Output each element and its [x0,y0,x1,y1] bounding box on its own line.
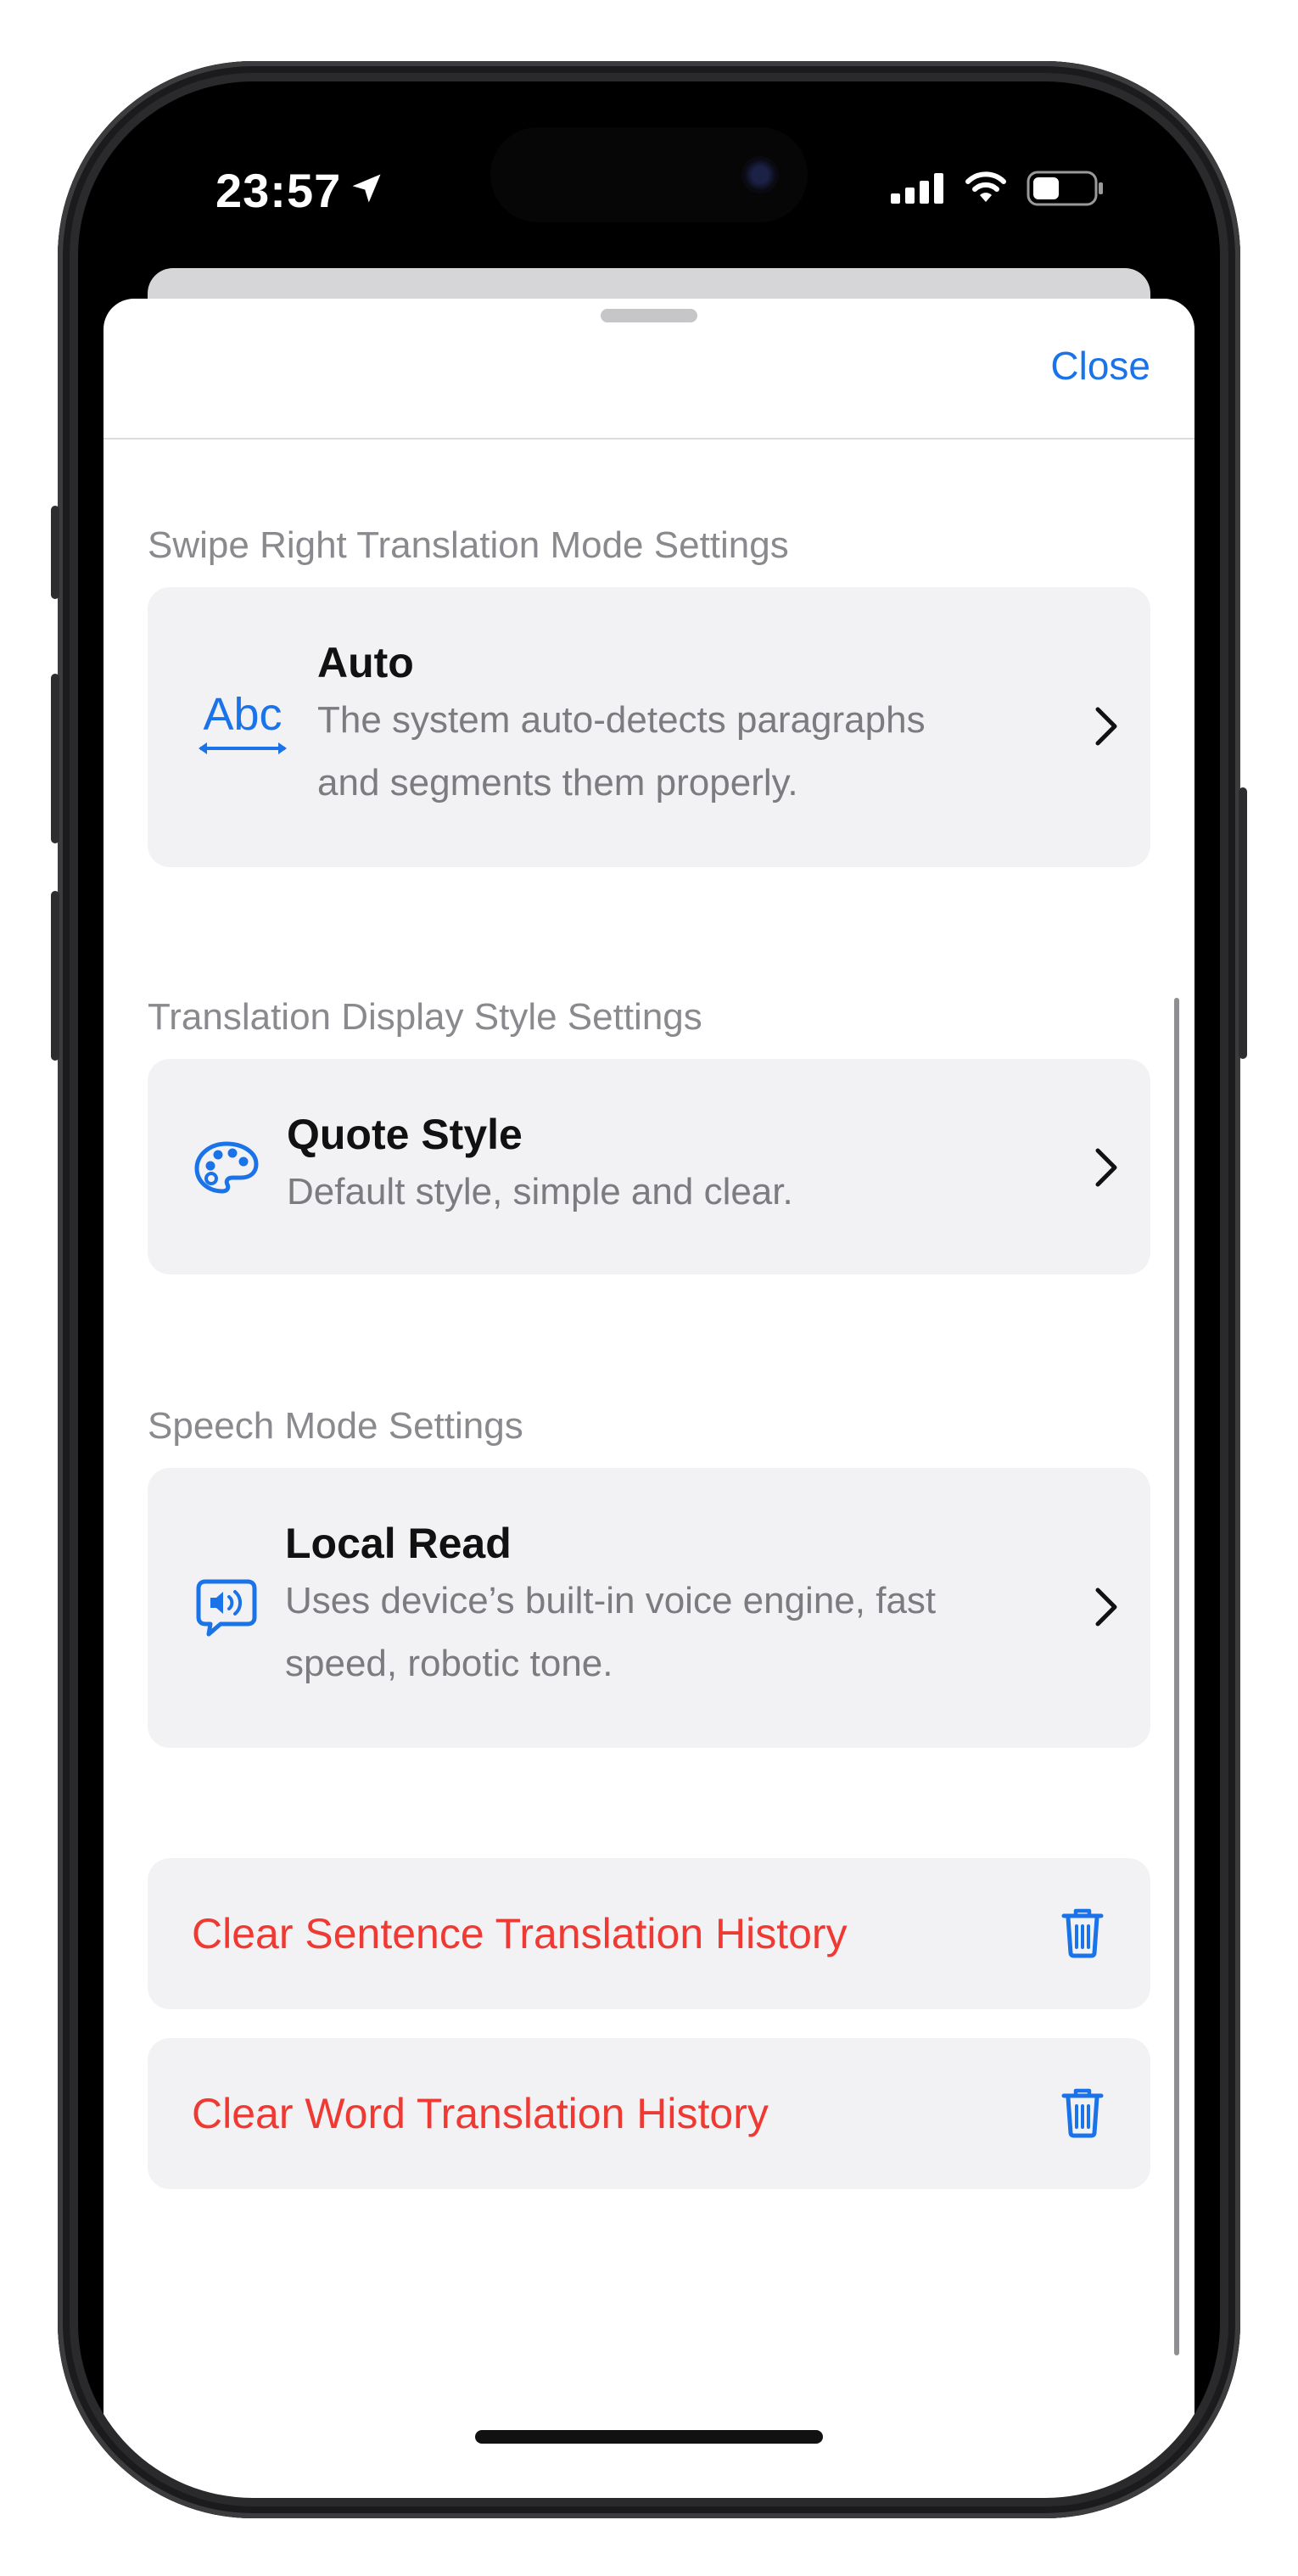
front-camera [741,156,779,193]
speech-mode-title: Local Read [285,1520,512,1567]
home-indicator[interactable] [475,2430,823,2444]
trash-icon[interactable] [1060,1907,1105,1963]
dynamic-island [490,127,808,222]
swipe-mode-row[interactable]: Abc Auto The system auto-detects paragra… [148,587,1150,867]
palette-icon [193,1140,260,1199]
description-line: The system auto-detects paragraphs [317,699,926,741]
sheet-grabber[interactable] [601,309,697,322]
vertical-scrollbar[interactable] [1174,998,1179,2355]
description-line: speed, robotic tone. [285,1643,613,1684]
battery-icon [1027,170,1105,211]
power-button [1239,787,1247,1059]
speaker-bubble-icon [195,1578,258,1642]
status-time: 23:57 [215,164,342,217]
trash-icon[interactable] [1060,2087,1105,2142]
cellular-signal-icon [891,173,945,208]
nav-divider [104,438,1194,440]
chevron-right-icon [1094,706,1118,751]
description-line: Default style, simple and clear. [287,1171,793,1212]
section-header-swipe-right: Swipe Right Translation Mode Settings [148,524,789,566]
chevron-right-icon [1094,1587,1118,1632]
close-button[interactable]: Close [1050,343,1150,389]
settings-sheet: Close Swipe Right Translation Mode Setti… [104,299,1194,2498]
clear-word-history-label: Clear Word Translation History [192,2090,769,2137]
section-header-speech-mode: Speech Mode Settings [148,1405,523,1447]
phone-frame: 23:57 Close Swipe Right Translation Mode… [51,61,1247,2518]
chevron-right-icon [1094,1147,1118,1192]
svg-text:Abc: Abc [203,691,282,740]
description-line: and segments them properly. [317,762,798,804]
clear-word-history-button[interactable]: Clear Word Translation History [148,2038,1150,2189]
screen: 23:57 Close Swipe Right Translation Mode… [78,81,1220,2498]
volume-up-button [51,674,59,843]
description-line: Uses device’s built-in voice engine, fas… [285,1580,937,1621]
wifi-icon [964,170,1008,208]
speech-mode-row[interactable]: Local Read Uses device’s built-in voice … [148,1468,1150,1748]
abc-text-width-icon: Abc [195,689,290,764]
display-style-title: Quote Style [287,1111,523,1158]
speech-mode-description: Uses device’s built-in voice engine, fas… [285,1570,936,1695]
section-header-display-style: Translation Display Style Settings [148,996,702,1038]
swipe-mode-description: The system auto-detects paragraphs and s… [317,689,926,815]
display-style-description: Default style, simple and clear. [287,1161,793,1224]
volume-down-button [51,891,59,1061]
clear-sentence-history-button[interactable]: Clear Sentence Translation History [148,1858,1150,2009]
display-style-row[interactable]: Quote Style Default style, simple and cl… [148,1059,1150,1274]
swipe-mode-title: Auto [317,639,414,686]
action-button [51,506,59,599]
location-arrow-icon [348,170,385,211]
clear-sentence-history-label: Clear Sentence Translation History [192,1910,848,1957]
status-bar: 23:57 [78,81,1220,251]
